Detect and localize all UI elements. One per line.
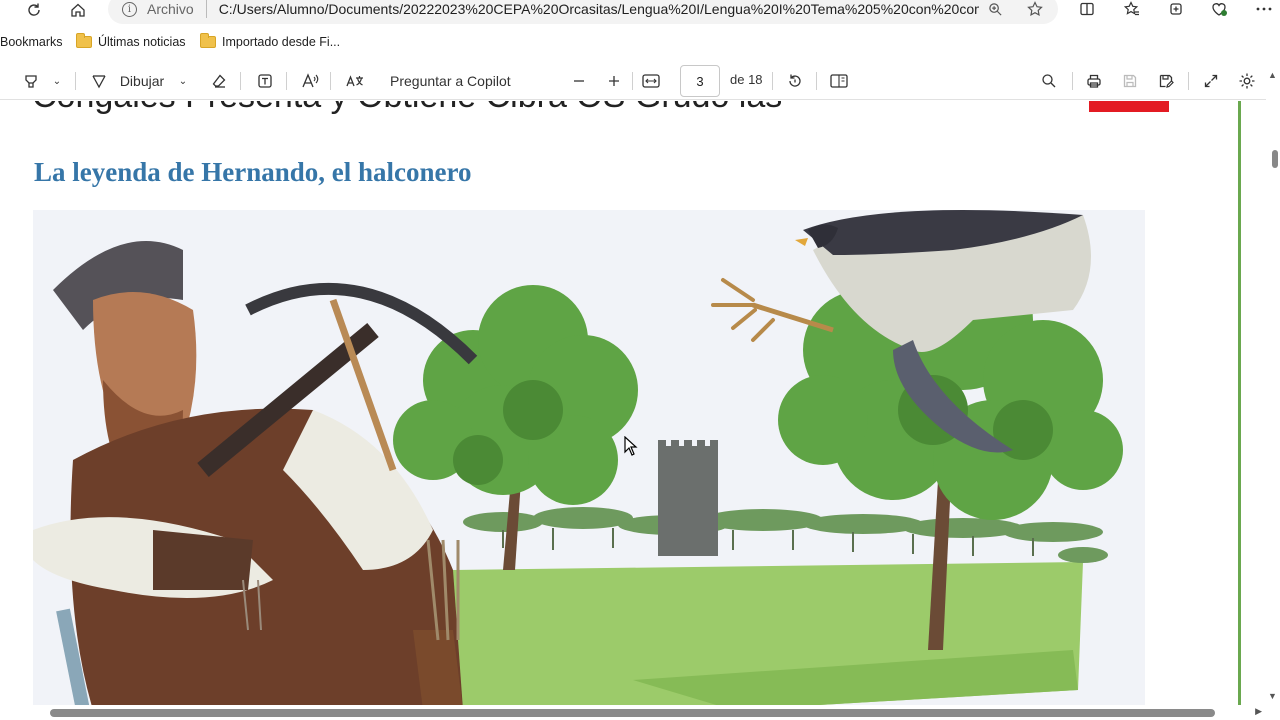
bookmark-label: Últimas noticias (98, 35, 186, 49)
settings-gear-icon[interactable] (1236, 70, 1258, 92)
favorites-icon[interactable] (1121, 0, 1143, 18)
browser-essentials-icon[interactable] (1208, 0, 1230, 18)
split-screen-icon[interactable] (1076, 0, 1098, 18)
address-scheme: Archivo (147, 1, 194, 17)
address-separator (205, 0, 207, 18)
bookmark-label: Importado desde Fi... (222, 35, 341, 49)
toolbar-separator (1188, 72, 1189, 90)
folder-icon (200, 33, 216, 48)
toolbar-separator (330, 72, 331, 90)
address-bar[interactable]: i Archivo C:/Users/Alumno/Documents/2022… (108, 0, 1058, 24)
page-view-icon[interactable] (828, 70, 850, 92)
bookmark-ultimas-noticias[interactable]: Últimas noticias (76, 33, 186, 49)
draw-icon[interactable] (88, 70, 110, 92)
address-url[interactable]: C:/Users/Alumno/Documents/20222023%20CEP… (219, 1, 979, 17)
print-icon[interactable] (1083, 70, 1105, 92)
vertical-scrollbar[interactable]: ▲ ▼ (1266, 62, 1280, 705)
eraser-icon[interactable] (208, 70, 230, 92)
horizontal-scrollbar[interactable]: ▶ (0, 705, 1266, 720)
toolbar-separator (772, 72, 773, 90)
more-menu-icon[interactable] (1253, 0, 1275, 18)
falconer-illustration (33, 210, 1145, 705)
chevron-down-icon[interactable]: ⌄ (50, 70, 64, 92)
address-bar-row: i Archivo C:/Users/Alumno/Documents/2022… (0, 0, 1280, 26)
toolbar-separator (816, 72, 817, 90)
toolbar-separator (1072, 72, 1073, 90)
story-title: La leyenda de Hernando, el halconero (34, 157, 472, 187)
ask-copilot-button[interactable]: Preguntar a Copilot (390, 70, 518, 92)
toolbar-separator (632, 72, 633, 90)
toolbar-separator (286, 72, 287, 90)
scroll-up-arrow-icon[interactable]: ▲ (1268, 70, 1277, 80)
bookmark-importado[interactable]: Importado desde Fi... (200, 33, 341, 49)
pdf-document-view[interactable]: Cóngales Presenta y Obtiene Cibra OS Gru… (0, 101, 1238, 705)
zoom-in-icon[interactable] (603, 70, 625, 92)
toolbar-separator (75, 72, 76, 90)
scroll-right-arrow-icon[interactable]: ▶ (1255, 706, 1262, 717)
save-as-icon[interactable] (1155, 70, 1177, 92)
zoom-out-icon[interactable] (568, 70, 590, 92)
translate-icon[interactable] (342, 70, 368, 92)
pdf-toolbar: ⌄ Dibujar ⌄ Preguntar a Copilot 3 de 18 (0, 62, 1280, 100)
folder-icon (76, 33, 92, 48)
search-icon[interactable] (1038, 70, 1060, 92)
favorite-star-icon[interactable] (1024, 0, 1046, 18)
previous-page-cut-text: Cóngales Presenta y Obtiene Cibra OS Gru… (32, 101, 782, 116)
bookmarks-label[interactable]: Bookmarks (0, 35, 63, 49)
text-box-icon[interactable] (254, 70, 276, 92)
collections-icon[interactable] (1165, 0, 1187, 18)
home-icon[interactable] (64, 0, 92, 20)
vertical-scroll-thumb[interactable] (1272, 150, 1278, 168)
fullscreen-icon[interactable] (1200, 70, 1222, 92)
scroll-down-arrow-icon[interactable]: ▼ (1268, 691, 1277, 701)
refresh-icon[interactable] (20, 0, 48, 20)
highlight-icon[interactable] (20, 70, 42, 92)
save-icon[interactable] (1119, 70, 1141, 92)
mouse-cursor-icon (624, 436, 638, 456)
info-icon[interactable]: i (122, 1, 137, 17)
chevron-down-icon[interactable]: ⌄ (176, 70, 190, 92)
rotate-icon[interactable] (784, 70, 806, 92)
page-edge-line (1238, 101, 1241, 705)
fit-width-icon[interactable] (640, 70, 662, 92)
horizontal-scroll-thumb[interactable] (50, 709, 1215, 717)
read-aloud-icon[interactable] (298, 70, 322, 92)
toolbar-separator (240, 72, 241, 90)
draw-button[interactable]: Dibujar (117, 70, 167, 92)
page-number-input[interactable]: 3 (680, 65, 720, 97)
page-total: de 18 (730, 72, 763, 87)
zoom-icon[interactable] (984, 0, 1006, 18)
bookmarks-bar: Bookmarks Últimas noticias Importado des… (0, 30, 1280, 56)
red-header-badge (1089, 101, 1169, 112)
